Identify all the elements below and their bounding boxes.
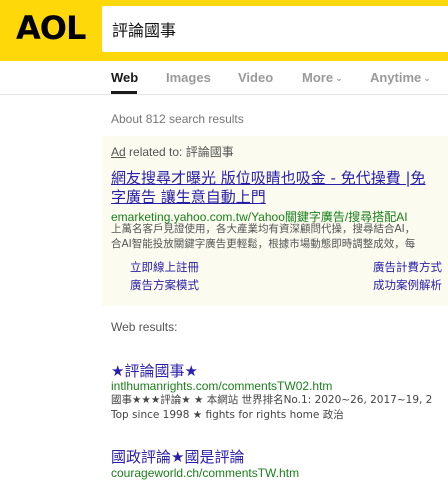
- result-desc-1-line-1: 國事★★★評論★ ★ 本網站 世界排名No.1: 2020~26, 2017~1…: [111, 394, 433, 406]
- search-box[interactable]: [102, 6, 448, 52]
- aol-logo[interactable]: AOL: [16, 10, 86, 46]
- sitelink-cases[interactable]: 成功案例解析: [373, 277, 442, 293]
- chevron-down-icon: ⌄: [423, 73, 431, 83]
- sitelink-register[interactable]: 立即線上註冊: [130, 259, 199, 275]
- sitelink-pricing[interactable]: 廣告計費方式: [373, 259, 442, 275]
- ad-title-line-2[interactable]: 字廣告 讓生意自動上門: [111, 188, 448, 207]
- result-desc-1-line-2: Top since 1998 ★ fights for rights home …: [111, 409, 344, 421]
- ad-related-line: Ad related to: 評論國事: [111, 143, 234, 160]
- results-count: About 812 search results: [111, 112, 244, 126]
- chevron-down-icon: ⌄: [335, 73, 343, 83]
- ad-title-line-1[interactable]: 網友搜尋才曝光 版位吸睛也吸金 - 免代操費 |免: [111, 169, 448, 188]
- tab-anytime[interactable]: Anytime ⌄: [370, 70, 431, 85]
- result-description-1: 國事★★★評論★ ★ 本網站 世界排名No.1: 2020~26, 2017~1…: [111, 393, 448, 423]
- header-bar: AOL: [0, 0, 448, 61]
- web-results-label: Web results:: [111, 320, 178, 334]
- ad-desc-line-2: 合AI智能投放關鍵字廣告更輕鬆，根據市場動態即時調整成效，每: [111, 238, 416, 250]
- ad-label[interactable]: Ad: [111, 145, 126, 159]
- tab-images[interactable]: Images: [166, 70, 211, 85]
- result-title-1[interactable]: ★評論國事★: [111, 360, 198, 381]
- ad-title-link[interactable]: 網友搜尋才曝光 版位吸睛也吸金 - 免代操費 |免 字廣告 讓生意自動上門: [111, 169, 448, 207]
- tab-video[interactable]: Video: [238, 70, 273, 85]
- result-url-2: courageworld.ch/commentsTW.htm: [111, 466, 300, 480]
- result-url-1: intlhumanrights.com/commentsTW02.htm: [111, 379, 333, 393]
- ad-description: 上萬名客戶見證使用，各大產業均有資深顧問代操，搜尋結合AI， 合AI智能投放關鍵…: [111, 222, 448, 252]
- tab-web[interactable]: Web: [111, 70, 138, 85]
- active-tab-indicator: [111, 91, 137, 94]
- tab-more-label: More: [302, 70, 334, 85]
- ad-desc-line-1: 上萬名客戶見證使用，各大產業均有資深顧問代操，搜尋結合AI，: [111, 223, 416, 235]
- result-title-2[interactable]: 國政評論★國是評論: [111, 446, 244, 467]
- tab-anytime-label: Anytime: [370, 70, 422, 85]
- search-input[interactable]: [112, 6, 442, 52]
- tab-more[interactable]: More ⌄: [302, 70, 343, 85]
- sitelink-plans[interactable]: 廣告方案模式: [130, 277, 199, 293]
- ad-related-text: related to: 評論國事: [125, 145, 234, 159]
- search-tabs: Web Images Video More ⌄ Anytime ⌄: [0, 61, 448, 95]
- ad-block: Ad related to: 評論國事 網友搜尋才曝光 版位吸睛也吸金 - 免代…: [102, 136, 448, 306]
